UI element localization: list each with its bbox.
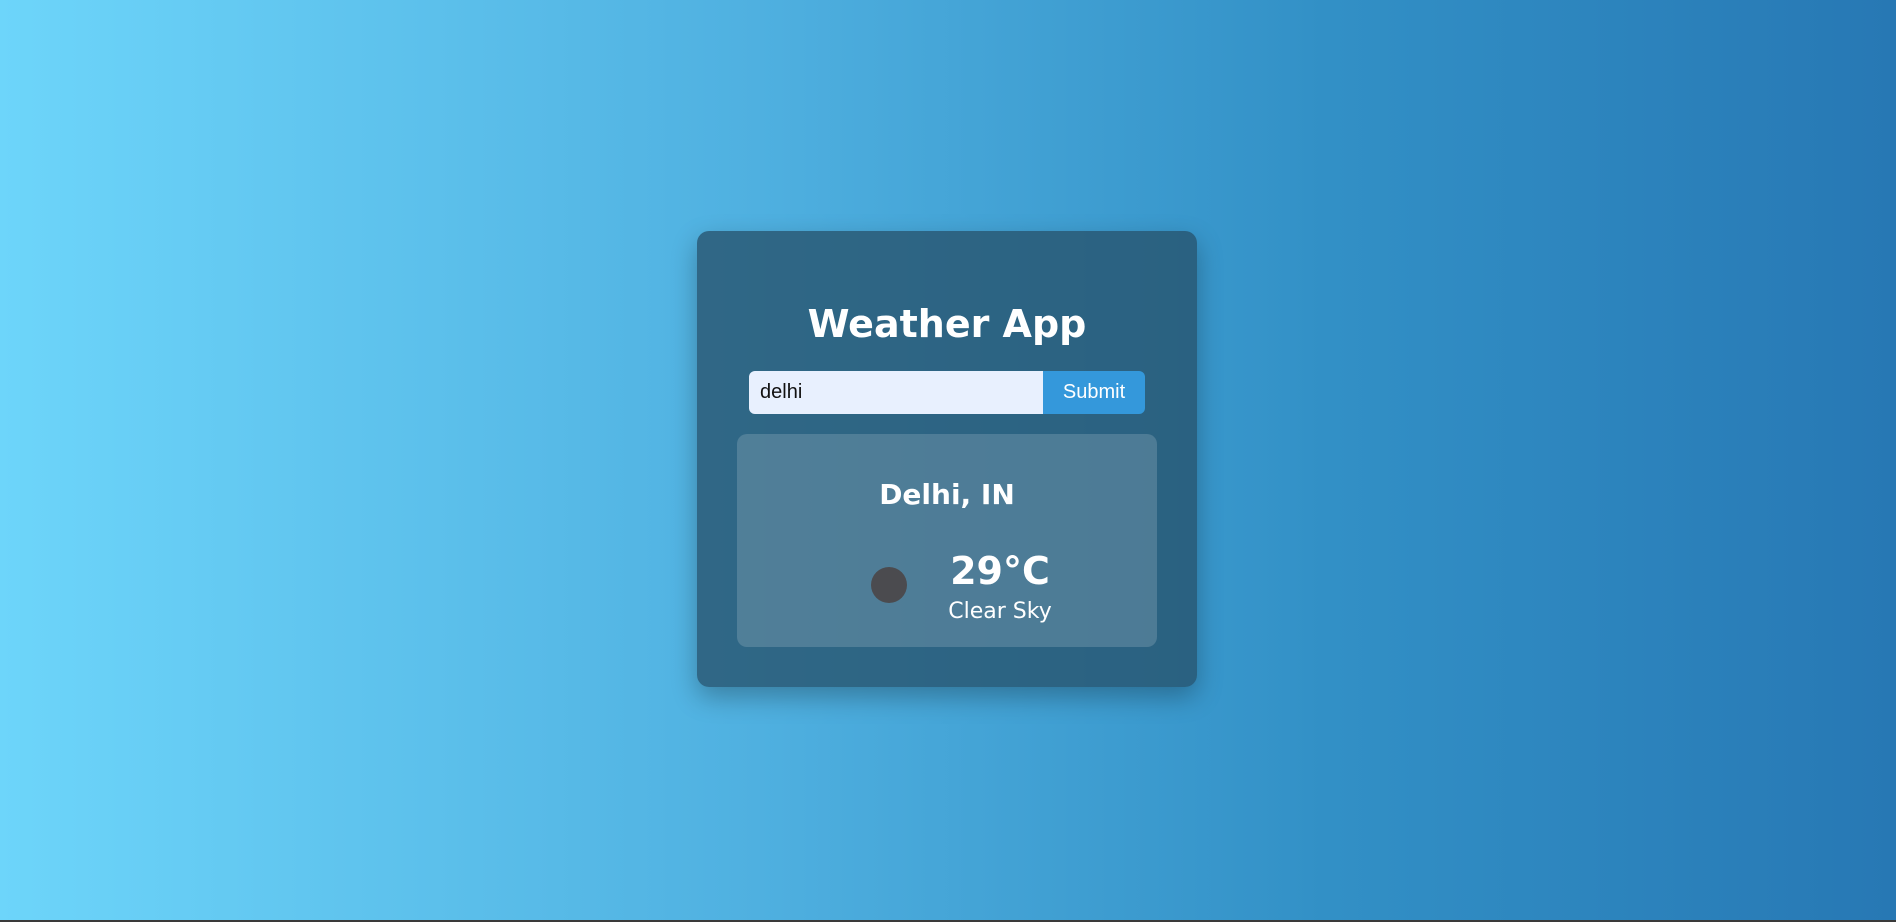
search-form: Submit — [749, 371, 1145, 414]
clear-sky-icon — [871, 567, 907, 603]
app-title: Weather App — [807, 302, 1087, 346]
location-name: Delhi, IN — [879, 478, 1015, 511]
weather-card: Weather App Submit Delhi, IN 29°C Clear … — [697, 231, 1197, 687]
city-search-input[interactable] — [749, 371, 1043, 414]
temperature-value: 29°C — [950, 549, 1050, 593]
submit-button[interactable]: Submit — [1043, 371, 1145, 414]
weather-condition: Clear Sky — [948, 599, 1052, 624]
weather-result-panel: Delhi, IN 29°C Clear Sky — [737, 434, 1157, 647]
